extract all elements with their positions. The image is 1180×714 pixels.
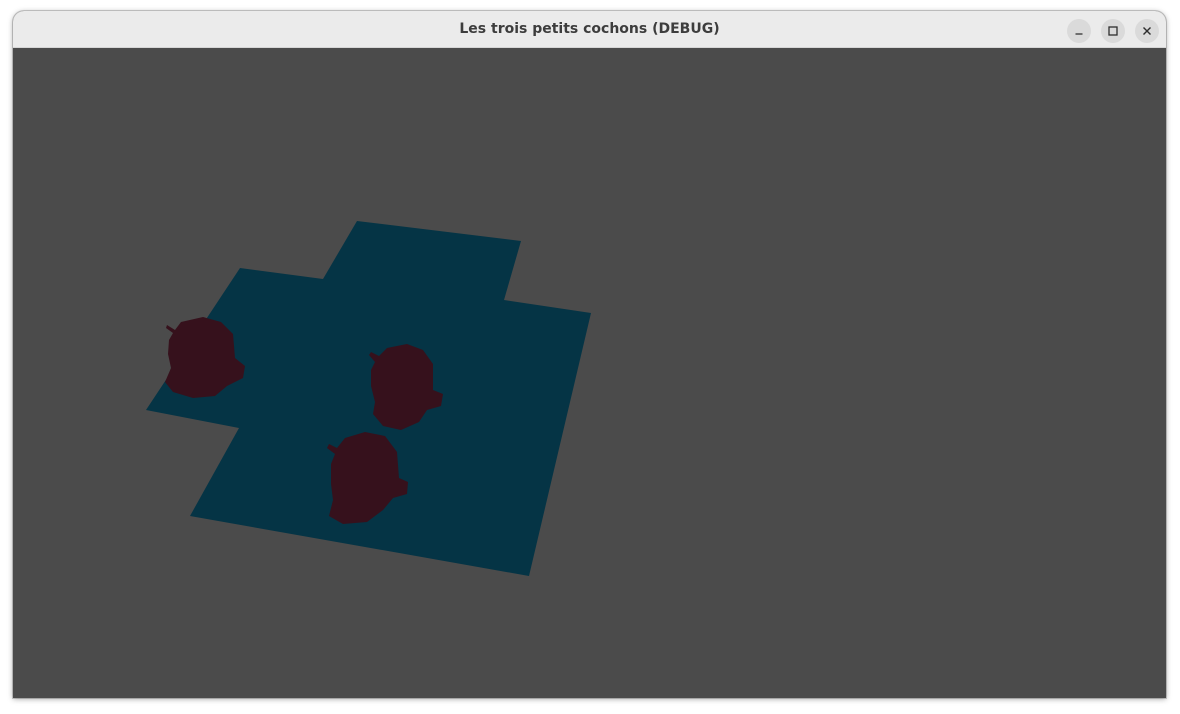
maximize-icon: [1108, 26, 1118, 36]
minimize-icon: [1075, 33, 1083, 35]
title-bar[interactable]: Les trois petits cochons (DEBUG): [13, 11, 1166, 48]
minimize-button[interactable]: [1067, 19, 1091, 43]
game-viewport[interactable]: [13, 48, 1166, 698]
game-scene: [146, 221, 591, 576]
window-title: Les trois petits cochons (DEBUG): [459, 21, 720, 37]
close-button[interactable]: [1135, 19, 1159, 43]
app-window: Les trois petits cochons (DEBUG): [13, 11, 1166, 698]
close-icon: [1143, 27, 1151, 35]
ground-platform: [146, 221, 591, 576]
maximize-button[interactable]: [1101, 19, 1125, 43]
